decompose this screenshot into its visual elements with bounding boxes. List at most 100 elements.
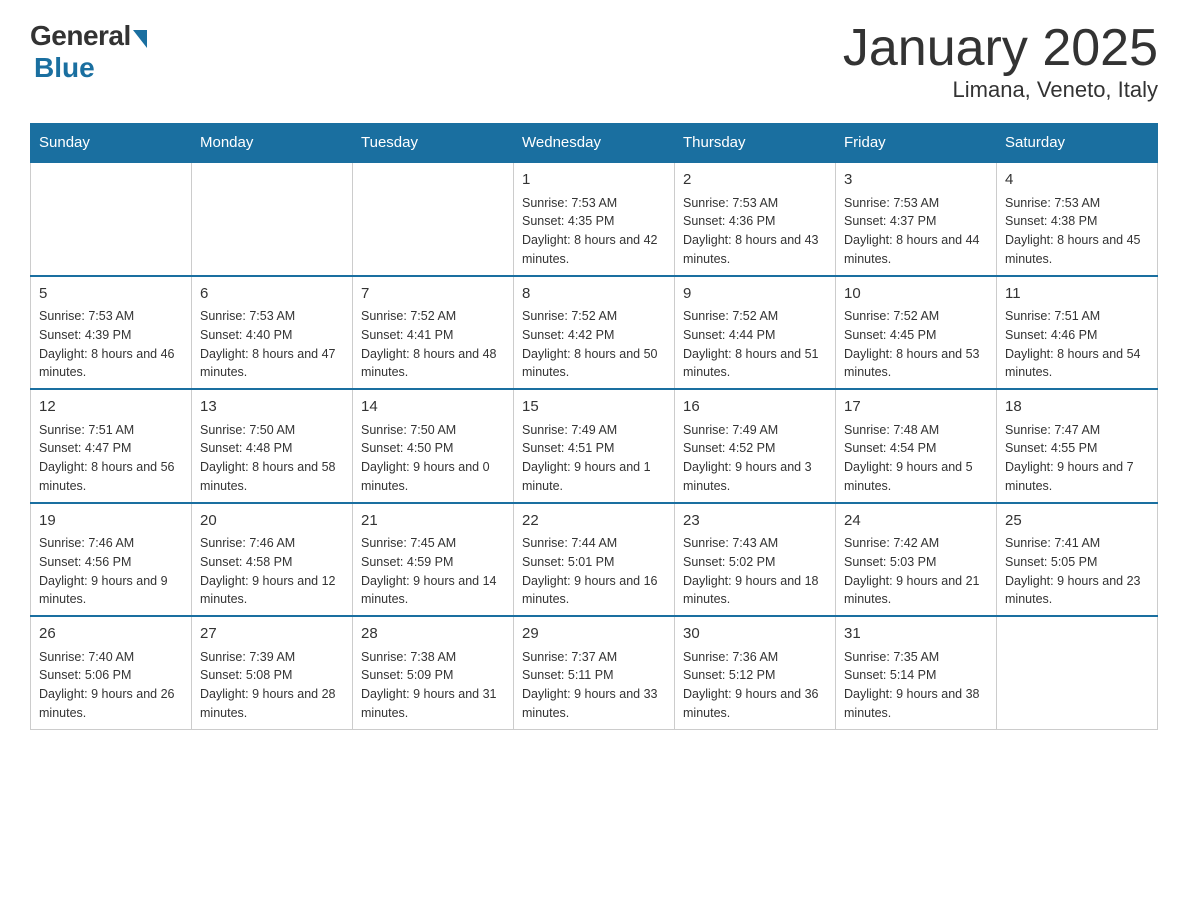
day-number: 1 [522,169,666,192]
day-number: 22 [522,510,666,533]
day-info: Sunrise: 7:49 AMSunset: 4:51 PMDaylight:… [522,423,651,493]
day-number: 28 [361,623,505,646]
day-info: Sunrise: 7:46 AMSunset: 4:56 PMDaylight:… [39,536,168,606]
day-info: Sunrise: 7:46 AMSunset: 4:58 PMDaylight:… [200,536,336,606]
day-number: 17 [844,396,988,419]
header-thursday: Thursday [675,124,836,163]
day-number: 11 [1005,283,1149,306]
day-info: Sunrise: 7:43 AMSunset: 5:02 PMDaylight:… [683,536,819,606]
day-info: Sunrise: 7:52 AMSunset: 4:44 PMDaylight:… [683,309,819,379]
day-info: Sunrise: 7:44 AMSunset: 5:01 PMDaylight:… [522,536,658,606]
day-info: Sunrise: 7:49 AMSunset: 4:52 PMDaylight:… [683,423,812,493]
table-row: 19 Sunrise: 7:46 AMSunset: 4:56 PMDaylig… [31,503,192,617]
day-info: Sunrise: 7:41 AMSunset: 5:05 PMDaylight:… [1005,536,1141,606]
page-header: General Blue January 2025 Limana, Veneto… [30,20,1158,103]
logo-general-text: General [30,20,131,52]
day-number: 19 [39,510,183,533]
table-row: 12 Sunrise: 7:51 AMSunset: 4:47 PMDaylig… [31,389,192,503]
calendar-title: January 2025 [843,20,1158,77]
day-number: 10 [844,283,988,306]
logo-blue-text: Blue [34,52,95,84]
table-row: 5 Sunrise: 7:53 AMSunset: 4:39 PMDayligh… [31,276,192,390]
table-row: 11 Sunrise: 7:51 AMSunset: 4:46 PMDaylig… [997,276,1158,390]
day-info: Sunrise: 7:53 AMSunset: 4:35 PMDaylight:… [522,196,658,266]
day-info: Sunrise: 7:47 AMSunset: 4:55 PMDaylight:… [1005,423,1134,493]
table-row: 22 Sunrise: 7:44 AMSunset: 5:01 PMDaylig… [514,503,675,617]
table-row: 17 Sunrise: 7:48 AMSunset: 4:54 PMDaylig… [836,389,997,503]
day-number: 16 [683,396,827,419]
table-row: 24 Sunrise: 7:42 AMSunset: 5:03 PMDaylig… [836,503,997,617]
table-row: 13 Sunrise: 7:50 AMSunset: 4:48 PMDaylig… [192,389,353,503]
day-number: 25 [1005,510,1149,533]
table-row: 20 Sunrise: 7:46 AMSunset: 4:58 PMDaylig… [192,503,353,617]
day-info: Sunrise: 7:36 AMSunset: 5:12 PMDaylight:… [683,650,819,720]
logo-arrow-icon [133,30,147,48]
day-info: Sunrise: 7:38 AMSunset: 5:09 PMDaylight:… [361,650,497,720]
day-info: Sunrise: 7:48 AMSunset: 4:54 PMDaylight:… [844,423,973,493]
table-row: 6 Sunrise: 7:53 AMSunset: 4:40 PMDayligh… [192,276,353,390]
table-row: 29 Sunrise: 7:37 AMSunset: 5:11 PMDaylig… [514,616,675,729]
table-row: 2 Sunrise: 7:53 AMSunset: 4:36 PMDayligh… [675,162,836,276]
day-number: 24 [844,510,988,533]
day-number: 21 [361,510,505,533]
table-row: 7 Sunrise: 7:52 AMSunset: 4:41 PMDayligh… [353,276,514,390]
table-row: 3 Sunrise: 7:53 AMSunset: 4:37 PMDayligh… [836,162,997,276]
day-info: Sunrise: 7:53 AMSunset: 4:40 PMDaylight:… [200,309,336,379]
day-info: Sunrise: 7:42 AMSunset: 5:03 PMDaylight:… [844,536,980,606]
table-row [31,162,192,276]
day-number: 15 [522,396,666,419]
header-sunday: Sunday [31,124,192,163]
table-row: 25 Sunrise: 7:41 AMSunset: 5:05 PMDaylig… [997,503,1158,617]
table-row: 10 Sunrise: 7:52 AMSunset: 4:45 PMDaylig… [836,276,997,390]
day-info: Sunrise: 7:52 AMSunset: 4:42 PMDaylight:… [522,309,658,379]
calendar-subtitle: Limana, Veneto, Italy [843,77,1158,103]
table-row: 8 Sunrise: 7:52 AMSunset: 4:42 PMDayligh… [514,276,675,390]
day-info: Sunrise: 7:52 AMSunset: 4:41 PMDaylight:… [361,309,497,379]
day-number: 30 [683,623,827,646]
calendar-table: Sunday Monday Tuesday Wednesday Thursday… [30,123,1158,730]
table-row [192,162,353,276]
table-row [997,616,1158,729]
header-tuesday: Tuesday [353,124,514,163]
day-info: Sunrise: 7:53 AMSunset: 4:37 PMDaylight:… [844,196,980,266]
table-row: 1 Sunrise: 7:53 AMSunset: 4:35 PMDayligh… [514,162,675,276]
table-row: 21 Sunrise: 7:45 AMSunset: 4:59 PMDaylig… [353,503,514,617]
day-info: Sunrise: 7:35 AMSunset: 5:14 PMDaylight:… [844,650,980,720]
day-number: 23 [683,510,827,533]
day-number: 13 [200,396,344,419]
table-row: 4 Sunrise: 7:53 AMSunset: 4:38 PMDayligh… [997,162,1158,276]
day-number: 12 [39,396,183,419]
table-row: 28 Sunrise: 7:38 AMSunset: 5:09 PMDaylig… [353,616,514,729]
day-info: Sunrise: 7:50 AMSunset: 4:48 PMDaylight:… [200,423,336,493]
table-row: 31 Sunrise: 7:35 AMSunset: 5:14 PMDaylig… [836,616,997,729]
table-row: 23 Sunrise: 7:43 AMSunset: 5:02 PMDaylig… [675,503,836,617]
day-info: Sunrise: 7:39 AMSunset: 5:08 PMDaylight:… [200,650,336,720]
calendar-header: Sunday Monday Tuesday Wednesday Thursday… [31,124,1158,163]
day-number: 27 [200,623,344,646]
day-info: Sunrise: 7:50 AMSunset: 4:50 PMDaylight:… [361,423,490,493]
table-row: 14 Sunrise: 7:50 AMSunset: 4:50 PMDaylig… [353,389,514,503]
day-info: Sunrise: 7:53 AMSunset: 4:36 PMDaylight:… [683,196,819,266]
header-friday: Friday [836,124,997,163]
day-number: 6 [200,283,344,306]
table-row: 16 Sunrise: 7:49 AMSunset: 4:52 PMDaylig… [675,389,836,503]
day-number: 2 [683,169,827,192]
day-info: Sunrise: 7:52 AMSunset: 4:45 PMDaylight:… [844,309,980,379]
day-number: 7 [361,283,505,306]
table-row: 26 Sunrise: 7:40 AMSunset: 5:06 PMDaylig… [31,616,192,729]
day-number: 20 [200,510,344,533]
day-number: 8 [522,283,666,306]
day-number: 26 [39,623,183,646]
day-number: 31 [844,623,988,646]
table-row [353,162,514,276]
table-row: 15 Sunrise: 7:49 AMSunset: 4:51 PMDaylig… [514,389,675,503]
day-info: Sunrise: 7:53 AMSunset: 4:39 PMDaylight:… [39,309,175,379]
day-number: 29 [522,623,666,646]
day-number: 3 [844,169,988,192]
day-info: Sunrise: 7:40 AMSunset: 5:06 PMDaylight:… [39,650,175,720]
table-row: 18 Sunrise: 7:47 AMSunset: 4:55 PMDaylig… [997,389,1158,503]
header-wednesday: Wednesday [514,124,675,163]
day-info: Sunrise: 7:51 AMSunset: 4:47 PMDaylight:… [39,423,175,493]
day-number: 18 [1005,396,1149,419]
day-info: Sunrise: 7:53 AMSunset: 4:38 PMDaylight:… [1005,196,1141,266]
